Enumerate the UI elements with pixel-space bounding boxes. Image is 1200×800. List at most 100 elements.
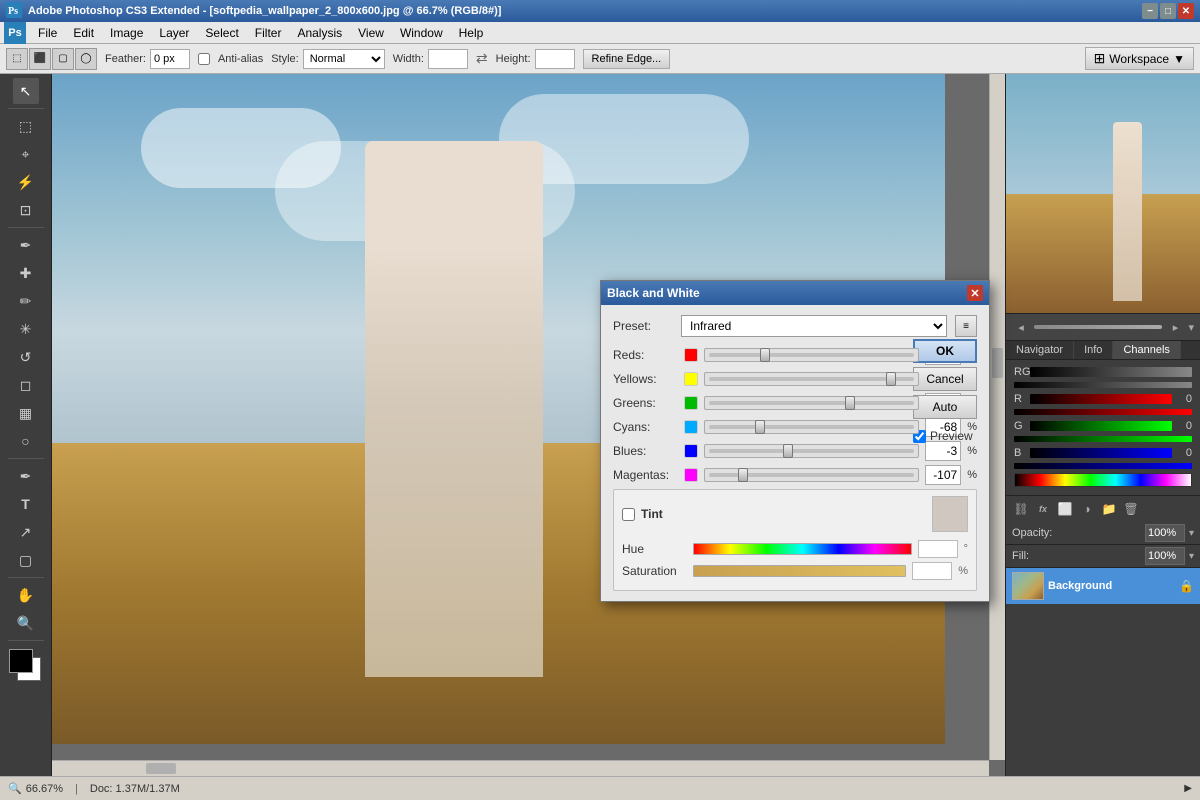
fill-arrow[interactable]: ▾ — [1189, 551, 1194, 562]
menu-help[interactable]: Help — [451, 24, 492, 42]
tool-marquee-rect[interactable]: ⬚ — [13, 113, 39, 139]
bw-dialog: Black and White ✕ OK Cancel Auto Preview… — [600, 280, 990, 602]
antialias-checkbox[interactable] — [198, 53, 210, 65]
shape-ellipse-btn[interactable]: ◯ — [75, 48, 97, 70]
tool-lasso[interactable]: ⌖ — [13, 141, 39, 167]
panel-adj-btn[interactable]: ◑ — [1078, 500, 1096, 518]
tool-gradient[interactable]: ▦ — [13, 400, 39, 426]
opacity-arrow[interactable]: ▾ — [1189, 528, 1194, 539]
panel-mask-btn[interactable]: ⬜ — [1056, 500, 1074, 518]
fill-input[interactable] — [1145, 547, 1185, 565]
layer-background-row[interactable]: Background 🔒 — [1006, 568, 1200, 604]
panel-trash-btn[interactable]: 🗑 — [1122, 500, 1140, 518]
scrollbar-bottom-thumb[interactable] — [146, 763, 176, 774]
width-input[interactable] — [428, 49, 468, 69]
blues-value[interactable]: -3 — [925, 441, 961, 461]
dialog-ok-button[interactable]: OK — [913, 339, 977, 363]
yellows-slider[interactable] — [704, 372, 919, 386]
shape-rect-fixed-btn[interactable]: ⬛ — [29, 48, 51, 70]
tool-dodge[interactable]: ○ — [13, 428, 39, 454]
dialog-close-button[interactable]: ✕ — [967, 285, 983, 301]
hue-label-text: Hue — [622, 542, 687, 556]
dialog-cancel-button[interactable]: Cancel — [913, 367, 977, 391]
tool-shape[interactable]: ▢ — [13, 547, 39, 573]
channel-b-bar — [1030, 448, 1172, 458]
refine-edge-button[interactable]: Refine Edge... — [583, 49, 671, 69]
menu-select[interactable]: Select — [197, 24, 246, 42]
menu-window[interactable]: Window — [392, 24, 451, 42]
menu-layer[interactable]: Layer — [151, 24, 197, 42]
menu-analysis[interactable]: Analysis — [289, 24, 350, 42]
tint-checkbox[interactable] — [622, 508, 635, 521]
close-button[interactable]: ✕ — [1178, 3, 1194, 19]
canvas-scrollbar-right[interactable] — [989, 74, 1005, 760]
panel-fx-btn[interactable]: fx — [1034, 500, 1052, 518]
style-select[interactable]: Normal Fixed Ratio Fixed Size — [303, 49, 385, 69]
nav-right-btn[interactable]: ▸ — [1166, 318, 1184, 336]
tool-pen[interactable]: ✒ — [13, 463, 39, 489]
yellows-thumb[interactable] — [886, 372, 896, 386]
tool-brush[interactable]: ✏ — [13, 288, 39, 314]
nav-slider[interactable] — [1034, 325, 1162, 329]
scrollbar-right-thumb[interactable] — [992, 348, 1003, 378]
dialog-auto-button[interactable]: Auto — [913, 395, 977, 419]
tool-quick-select[interactable]: ⚡ — [13, 169, 39, 195]
hue-value-input[interactable] — [918, 540, 958, 558]
feather-input[interactable] — [150, 49, 190, 69]
shape-rect-btn[interactable]: ⬚ — [6, 48, 28, 70]
opacity-input[interactable] — [1145, 524, 1185, 542]
panel-link-btn[interactable]: ⛓ — [1012, 500, 1030, 518]
tool-healing[interactable]: ✚ — [13, 260, 39, 286]
preset-menu-button[interactable]: ≡ — [955, 315, 977, 337]
tool-separator-3 — [8, 458, 44, 459]
status-forward-arrow[interactable]: ▶ — [1184, 783, 1192, 794]
tool-history-brush[interactable]: ↺ — [13, 344, 39, 370]
magentas-slider[interactable] — [704, 468, 919, 482]
foreground-color-swatch[interactable] — [9, 649, 33, 673]
tab-navigator[interactable]: Navigator — [1006, 341, 1074, 359]
canvas-scrollbar-bottom[interactable] — [52, 760, 989, 776]
zoom-value[interactable]: 66.67% — [26, 783, 63, 795]
panel-folder-btn[interactable]: 📁 — [1100, 500, 1118, 518]
tool-hand[interactable]: ✋ — [13, 582, 39, 608]
blues-thumb[interactable] — [783, 444, 793, 458]
tool-move[interactable]: ↖ — [13, 78, 39, 104]
greens-slider[interactable] — [704, 396, 919, 410]
tint-preview-swatch — [932, 496, 968, 532]
shape-rounded-btn[interactable]: ▢ — [52, 48, 74, 70]
menu-view[interactable]: View — [350, 24, 392, 42]
menu-edit[interactable]: Edit — [65, 24, 102, 42]
nav-left-btn[interactable]: ◂ — [1012, 318, 1030, 336]
magentas-color-dot — [684, 468, 698, 482]
minimize-button[interactable]: − — [1142, 3, 1158, 19]
tool-eyedropper[interactable]: ✒ — [13, 232, 39, 258]
tool-crop[interactable]: ⊡ — [13, 197, 39, 223]
height-input[interactable] — [535, 49, 575, 69]
menu-image[interactable]: Image — [102, 24, 151, 42]
tool-text[interactable]: T — [13, 491, 39, 517]
menu-filter[interactable]: Filter — [247, 24, 290, 42]
cyans-thumb[interactable] — [755, 420, 765, 434]
tab-channels[interactable]: Channels — [1113, 341, 1180, 359]
menu-file[interactable]: File — [30, 24, 65, 42]
magentas-thumb[interactable] — [738, 468, 748, 482]
reds-slider[interactable] — [704, 348, 919, 362]
tool-path-select[interactable]: ↗ — [13, 519, 39, 545]
preset-select[interactable]: Infrared Custom Default Maximum Black Ma… — [681, 315, 947, 337]
nav-dropdown-arrow[interactable]: ▾ — [1188, 321, 1194, 334]
tool-eraser[interactable]: ◻ — [13, 372, 39, 398]
tool-clone[interactable]: ✳ — [13, 316, 39, 342]
greens-thumb[interactable] — [845, 396, 855, 410]
cyans-slider[interactable] — [704, 420, 919, 434]
channel-r-label: R — [1014, 393, 1026, 405]
color-swatches[interactable] — [9, 649, 43, 683]
magentas-value[interactable]: -107 — [925, 465, 961, 485]
tool-zoom[interactable]: 🔍 — [13, 610, 39, 636]
reds-thumb[interactable] — [760, 348, 770, 362]
blues-slider[interactable] — [704, 444, 919, 458]
saturation-value-input[interactable] — [912, 562, 952, 580]
tab-info[interactable]: Info — [1074, 341, 1113, 359]
maximize-button[interactable]: □ — [1160, 3, 1176, 19]
workspace-button[interactable]: ⊞ Workspace ▼ — [1085, 47, 1194, 70]
channel-r-value: 0 — [1176, 393, 1192, 405]
